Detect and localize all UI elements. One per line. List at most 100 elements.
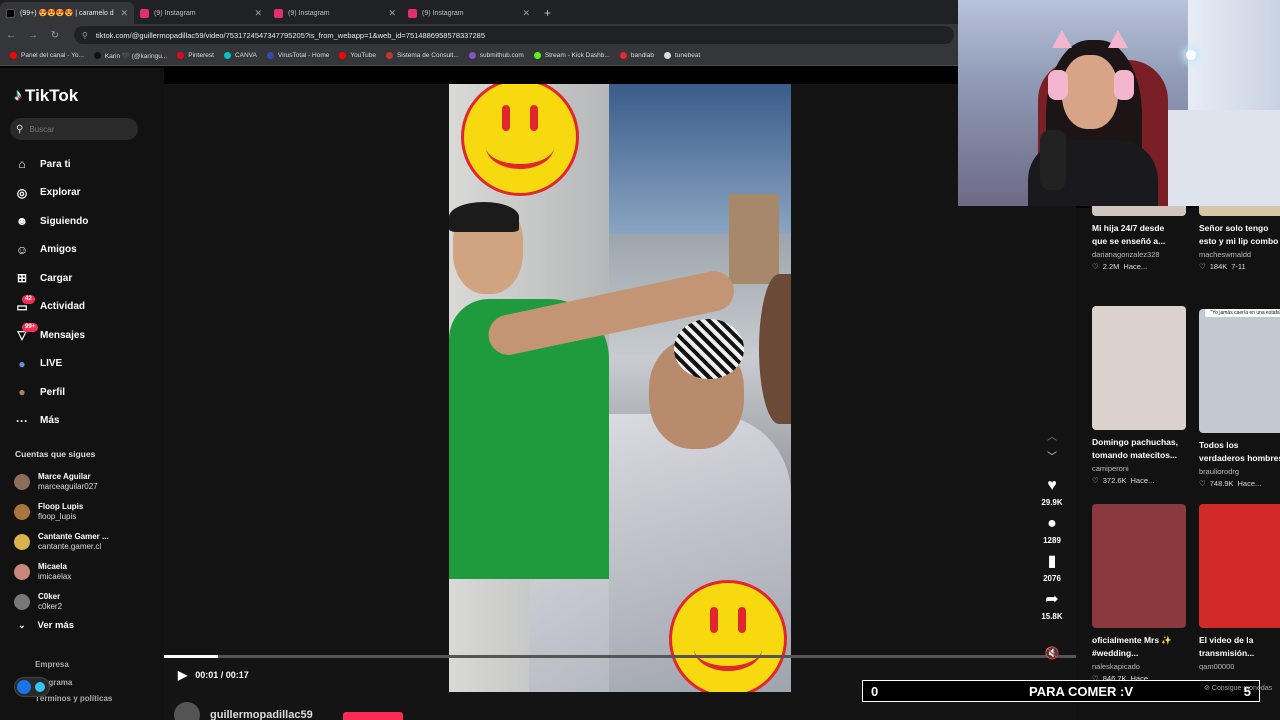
back-icon[interactable]: ← [0,30,22,41]
menu-item-m-s[interactable]: ··· Más [14,407,88,436]
mute-button[interactable]: 🔇 [1035,643,1069,663]
account-handle: c0ker2 [38,602,63,611]
video-thumbnail[interactable]: "Yo jamás caería en una estafa" [1199,309,1280,433]
coins-goal-label: ⊘ Consigue monedas [1204,685,1273,692]
video-thumbnail[interactable] [1092,306,1186,430]
bookmark-item[interactable]: Karin 🖤 (@karingu... [93,52,167,60]
menu-item-cargar[interactable]: ⊞ Cargar [14,264,88,293]
search-box[interactable]: ⚲ [10,118,138,140]
video-barber-hair [449,202,519,232]
video-author[interactable]: qam00000 [1199,662,1280,671]
friends-icon: ☺ [15,242,29,257]
new-tab-icon[interactable]: + [536,6,559,24]
bookmark-favicon-icon [93,52,101,59]
video-age: Hace... [1237,479,1262,488]
see-more-button[interactable]: ⌄ Ver más [18,620,74,631]
chevron-up-icon[interactable]: ︿ [1035,428,1069,448]
play-icon[interactable]: ▶ [178,668,187,682]
comment-count: 1289 [1043,536,1061,545]
site-info-icon[interactable]: ⚲ [82,31,88,40]
recommended-video-card[interactable]: oficialmente Mrs ✨ #wedding... naleskapica… [1092,504,1192,683]
author-avatar[interactable] [174,702,200,720]
bookmark-item[interactable]: Stream - Kick Dashb... [533,52,610,59]
browser-tab-2[interactable]: (9) Instagram ✕ [134,2,268,24]
browser-tab-1[interactable]: (99+) 😍😍😍😍 | caramelo d ✕ [0,2,134,24]
forward-icon[interactable]: → [22,30,44,41]
video-author[interactable]: brauliorodrg [1199,467,1280,476]
account-handle: cantante.gamer.cl [38,542,102,551]
search-input[interactable] [29,124,130,134]
share-button[interactable]: ➦ 15.8K [1035,590,1069,621]
notification-badge: 42 [22,294,35,304]
cat-ear-left-icon [1052,30,1072,48]
url-field[interactable]: ⚲ tiktok.com/@guillermopadillac59/video/… [74,26,954,44]
following-account[interactable]: Cantante Gamer ... cantante.gamer.cl [14,527,109,557]
menu-item-actividad[interactable]: ▭ 42 Actividad [14,293,88,322]
browser-tab-3[interactable]: (9) Instagram ✕ [268,2,402,24]
tiktok-sidebar: ♪ TikTok ⚲ ⌂ Para ti ◎ Explorar ☻ Siguiendo ☺ A… [0,68,164,720]
following-account[interactable]: Marce Aguilar marceaguilar027 [14,467,109,497]
menu-item-perfil[interactable]: ● Perfil [14,378,88,407]
close-tab-icon[interactable]: ✕ [120,8,128,19]
view-count: 184K [1209,262,1228,271]
close-tab-icon[interactable]: ✕ [254,8,262,19]
follow-button[interactable] [342,712,403,720]
menu-item-amigos[interactable]: ☺ Amigos [14,236,88,265]
video-author[interactable]: macheswmaldd [1199,250,1280,259]
following-list: Marce Aguilar marceaguilar027 Floop Lupis f… [14,467,109,617]
url-text: tiktok.com/@guillermopadillac59/video/75… [95,30,486,40]
like-button[interactable]: ♥ 29.9K [1035,476,1069,507]
video-author[interactable]: darianagonzalez328 [1092,250,1192,259]
footer-link-empresa[interactable]: Empresa [35,660,69,669]
bookmark-label: VirusTotal - Home [277,52,330,59]
recommended-video-card[interactable]: Domingo pachuchas, tomando matecitos... ca… [1092,306,1192,485]
bookmark-item[interactable]: bandlab [619,52,654,59]
menu-item-label: Para ti [40,158,71,170]
heart-outline-icon: ♡ [1092,476,1099,485]
bookmark-item[interactable]: tunebeat [663,52,700,59]
reload-icon[interactable]: ↻ [44,30,66,41]
save-button[interactable]: ▮ 2076 [1035,552,1069,583]
footer-link-terms[interactable]: Términos y políticas [35,694,112,703]
video-progress-bar[interactable] [164,655,1076,658]
video-author[interactable]: naleskapicado [1092,662,1192,671]
bookmark-item[interactable]: YouTube [339,52,376,59]
menu-item-mensajes[interactable]: ▽ 99+ Mensajes [14,321,88,350]
menu-item-siguiendo[interactable]: ☻ Siguiendo [14,207,89,236]
bookmark-item[interactable]: submithub.com [468,52,524,59]
following-account[interactable]: C0ker c0ker2 [14,587,109,617]
bookmark-item[interactable]: Sistema de Consult... [385,52,459,59]
following-account[interactable]: Floop Lupis floop_lupis [14,497,109,527]
video-title-line: oficialmente Mrs ✨ [1092,635,1173,645]
bookmark-item[interactable]: Pinterest [177,52,214,59]
following-account[interactable]: Micaela imicaelax [14,557,109,587]
bookmark-favicon-icon [385,52,393,59]
bookmark-item[interactable]: Panel del canal - Yo... [10,52,84,59]
bookmark-item[interactable]: VirusTotal - Home [266,52,330,59]
video-thumbnail[interactable] [1199,504,1280,628]
menu-item-para-ti[interactable]: ⌂ Para ti [14,150,88,179]
video-thumbnail[interactable] [1092,504,1186,628]
tiktok-logo[interactable]: ♪ TikTok [14,86,78,106]
video-author[interactable]: camiperoni [1092,464,1192,473]
menu-item-explorar[interactable]: ◎ Explorar [14,179,88,208]
close-tab-icon[interactable]: ✕ [388,8,396,19]
stream-goal-bar: 0 PARA COMER :V 5 [862,680,1260,702]
author-username[interactable]: guillermopadillac59 [210,709,313,720]
recommended-video-card[interactable]: El video de la transmisión... qam00000 [1199,504,1280,671]
close-tab-icon[interactable]: ✕ [522,8,530,19]
browser-extension-toggle[interactable] [14,677,50,697]
browser-tab-4[interactable]: (9) Instagram ✕ [402,2,536,24]
chevron-down-icon[interactable]: ﹀ [1035,448,1069,468]
comment-button[interactable]: ● 1289 [1035,514,1069,545]
bookmark-favicon-icon [533,52,541,59]
comment-icon: ● [1047,515,1057,532]
recommended-video-card[interactable]: "Yo jamás caería en una estafa" Todos los… [1199,306,1280,488]
webcam-ring-light [1186,50,1196,60]
bookmark-item[interactable]: CANVA [223,52,257,59]
heart-outline-icon: ♡ [1199,262,1206,271]
tab-title: (9) Instagram [422,9,464,17]
video-frame[interactable] [449,84,791,692]
video-player[interactable]: ▶ 00:01 / 00:17 guillermopadillac59 [164,84,1076,720]
menu-item-live[interactable]: ● LIVE [14,350,88,379]
